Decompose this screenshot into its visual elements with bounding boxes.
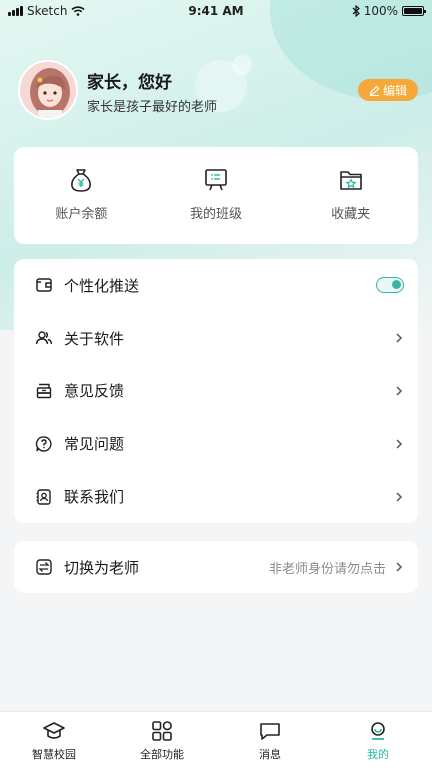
battery-icon bbox=[402, 6, 426, 16]
users-icon bbox=[34, 328, 54, 348]
switch-to-teacher-row[interactable]: 切换为老师 非老师身份请勿点击 bbox=[14, 541, 418, 593]
wallet-icon bbox=[34, 275, 54, 295]
battery-percent: 100% bbox=[363, 4, 398, 18]
menu-item-label: 意见反馈 bbox=[64, 382, 125, 401]
chevron-right-icon bbox=[394, 437, 404, 451]
chevron-right-icon bbox=[394, 331, 404, 345]
menu-item-contact[interactable]: 联系我们 bbox=[14, 470, 418, 523]
graduation-cap-icon bbox=[43, 722, 65, 739]
tab-smart-campus[interactable]: 智慧校园 bbox=[0, 712, 108, 768]
avatar[interactable] bbox=[18, 60, 78, 120]
menu-item-about[interactable]: 关于软件 bbox=[14, 312, 418, 365]
chevron-right-icon bbox=[394, 560, 404, 574]
greeting-title: 家长，您好 bbox=[87, 73, 172, 93]
chevron-right-icon bbox=[394, 490, 404, 504]
quick-actions-card: 账户余额 我的班级 收藏夹 bbox=[14, 147, 418, 244]
message-icon bbox=[260, 723, 280, 740]
bottom-tab-bar: 智慧校园 全部功能 消息 我的 bbox=[0, 711, 432, 768]
presentation-board-icon bbox=[205, 169, 227, 191]
quick-item-balance[interactable]: 账户余额 bbox=[14, 147, 149, 244]
tab-label: 智慧校园 bbox=[32, 748, 76, 761]
pencil-icon bbox=[369, 85, 380, 96]
settings-menu-card: 个性化推送 关于软件 意见反馈 常见问题 联系我们 bbox=[14, 259, 418, 523]
edit-label: 编辑 bbox=[382, 83, 407, 98]
tab-all-functions[interactable]: 全部功能 bbox=[108, 712, 216, 768]
feedback-icon bbox=[34, 381, 54, 401]
switch-role-card: 切换为老师 非老师身份请勿点击 bbox=[14, 541, 418, 593]
quick-label: 收藏夹 bbox=[331, 207, 371, 222]
quick-label: 账户余额 bbox=[55, 207, 108, 222]
menu-item-personalized-push[interactable]: 个性化推送 bbox=[14, 259, 418, 312]
status-bar: Sketch 9:41 AM 100% bbox=[0, 0, 432, 22]
star-folder-icon bbox=[339, 171, 362, 190]
quick-item-favorites[interactable]: 收藏夹 bbox=[283, 147, 418, 244]
money-bag-icon bbox=[71, 169, 92, 192]
switch-icon bbox=[34, 557, 54, 577]
profile-icon bbox=[371, 722, 385, 740]
menu-item-label: 个性化推送 bbox=[64, 276, 140, 295]
tab-label: 全部功能 bbox=[140, 748, 184, 761]
push-toggle[interactable] bbox=[376, 277, 404, 294]
grid-icon bbox=[152, 721, 172, 741]
quick-item-class[interactable]: 我的班级 bbox=[149, 147, 284, 244]
menu-item-label: 联系我们 bbox=[64, 488, 125, 507]
tab-mine[interactable]: 我的 bbox=[324, 712, 432, 768]
greeting-subtitle: 家长是孩子最好的老师 bbox=[87, 100, 218, 115]
quick-label: 我的班级 bbox=[190, 207, 243, 222]
tab-messages[interactable]: 消息 bbox=[216, 712, 324, 768]
chevron-right-icon bbox=[394, 384, 404, 398]
switch-role-hint: 非老师身份请勿点击 bbox=[268, 561, 386, 577]
edit-profile-button[interactable]: 编辑 bbox=[358, 79, 418, 101]
tab-label: 消息 bbox=[259, 748, 281, 761]
decor-bubble bbox=[232, 55, 252, 75]
menu-item-label: 常见问题 bbox=[64, 435, 125, 454]
switch-role-label: 切换为老师 bbox=[64, 558, 140, 577]
question-icon bbox=[34, 434, 54, 454]
tab-label: 我的 bbox=[367, 748, 389, 761]
bluetooth-icon bbox=[352, 5, 360, 17]
status-right: 100% bbox=[352, 4, 426, 18]
contact-icon bbox=[34, 487, 54, 507]
menu-item-faq[interactable]: 常见问题 bbox=[14, 417, 418, 470]
menu-item-feedback[interactable]: 意见反馈 bbox=[14, 365, 418, 418]
menu-item-label: 关于软件 bbox=[64, 329, 125, 348]
